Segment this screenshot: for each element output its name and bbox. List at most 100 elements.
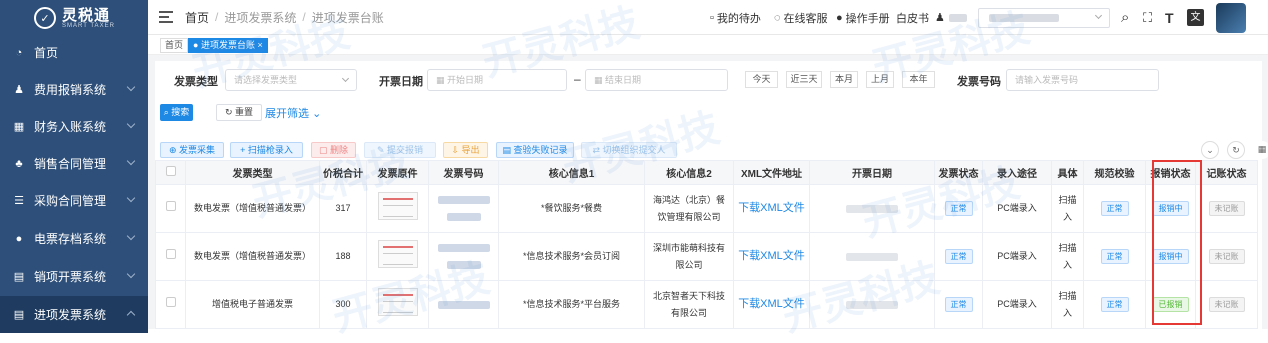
table-row[interactable]: 增值税电子普通发票 300 *信息技术服务*平台服务 北京智者天下科技有限公司 … <box>155 280 1258 329</box>
sidebar-item-purchase-contract[interactable]: ☰ 采购合同管理 <box>0 182 148 219</box>
date-range-separator: – <box>574 72 581 86</box>
header-service[interactable]: ◌ 在线客服 <box>774 0 828 35</box>
tab-bar: 首页 ● 进项发票台账 × <box>148 35 1268 55</box>
end-date-input[interactable]: ▦ 结束日期 <box>585 69 728 91</box>
sidebar-item-sales-invoice[interactable]: ▤ 销项开票系统 <box>0 258 148 295</box>
chevron-up-icon <box>126 310 136 320</box>
sidebar-item-archive[interactable]: ● 电票存档系统 <box>0 220 148 257</box>
start-date-input[interactable]: ▦ 开始日期 <box>427 69 567 91</box>
cell-invoice-no-redacted <box>428 184 499 233</box>
menu-fold-icon[interactable] <box>159 11 173 23</box>
sidebar-item-sales-contract[interactable]: ♣ 销售合同管理 <box>0 145 148 182</box>
column-settings-icon[interactable]: ▦ <box>1253 141 1268 159</box>
reset-button-label: 重置 <box>235 107 254 117</box>
invoice-type-label: 发票类型 <box>174 76 218 88</box>
col-header: 发票类型 <box>185 160 320 185</box>
invoice-thumbnail[interactable] <box>377 239 418 268</box>
translate-icon[interactable]: 文 <box>1187 0 1204 35</box>
user-icon: ♟ <box>935 12 945 24</box>
search-button[interactable]: ⌕ 搜索 <box>160 104 193 121</box>
cell-detail: 扫描入 <box>1051 280 1084 329</box>
sidebar-item-label: 销项开票系统 <box>34 270 107 284</box>
avatar[interactable] <box>1216 0 1246 35</box>
sidebar-item-label: 财务入账系统 <box>34 120 107 134</box>
search-icon[interactable]: ⌕ <box>1121 0 1129 35</box>
header-skin[interactable]: 白皮书 <box>896 0 929 35</box>
reimburse-status-highlight <box>1152 160 1202 325</box>
col-header: 发票状态 <box>934 160 983 185</box>
row-checkbox[interactable] <box>165 201 176 211</box>
row-checkbox[interactable] <box>165 297 176 307</box>
tab-purchase-ledger[interactable]: ● 进项发票台账 × <box>188 38 268 53</box>
invoice-thumbnail[interactable] <box>377 287 418 316</box>
user-name-redacted <box>948 13 967 22</box>
cell-invoice-type: 数电发票（增值税普通发票） <box>185 232 320 281</box>
sidebar-item-purchase-invoice[interactable]: ▤ 进项发票系统 <box>0 296 148 333</box>
quick-date-month[interactable]: 本月 <box>830 71 858 88</box>
invoice-no-input[interactable]: 请输入发票号码 <box>1006 69 1159 91</box>
sidebar-item-home[interactable]: ◔ 首页 <box>0 34 148 71</box>
account-status-badge: 未记账 <box>1208 249 1245 264</box>
invoice-thumbnail[interactable] <box>377 191 418 220</box>
download-xml-link[interactable]: 下载XML文件 <box>738 202 805 214</box>
header-user[interactable]: ♟ <box>935 0 967 35</box>
org-select[interactable] <box>978 0 1110 35</box>
fullscreen-icon[interactable]: ⛶ <box>1143 0 1152 35</box>
sidebar-item-label: 首页 <box>34 46 59 60</box>
sidebar-item-label: 进项发票系统 <box>34 308 107 322</box>
manual-label: 操作手册 <box>845 12 890 25</box>
quick-date-today[interactable]: 今天 <box>745 71 778 88</box>
logo-icon: ✓ <box>34 7 56 29</box>
swap-icon: ⇄ <box>592 145 603 155</box>
expand-filter-link[interactable]: 展开筛选 ⌄ <box>265 105 321 121</box>
quick-date-last-month[interactable]: 上月 <box>866 71 894 88</box>
breadcrumb-home[interactable]: 首页 <box>185 9 209 26</box>
delete-button[interactable]: ▢ 删除 <box>311 142 356 158</box>
col-header: 具体 <box>1051 160 1084 185</box>
todo-label: 我的待办 <box>716 12 761 25</box>
breadcrumb-separator: / <box>302 10 306 24</box>
doc-icon: ▤ <box>13 270 25 283</box>
header-todo[interactable]: ▫ 我的待办 <box>710 0 761 35</box>
scanner-entry-button[interactable]: + 扫描枪录入 <box>230 142 303 158</box>
quick-date-3days[interactable]: 近三天 <box>786 71 822 88</box>
quick-date-year[interactable]: 本年 <box>902 71 935 88</box>
breadcrumb-system[interactable]: 进项发票系统 <box>224 9 296 26</box>
failed-records-button[interactable]: ▤ 查验失败记录 <box>496 142 574 158</box>
col-header: 规范校验 <box>1083 160 1146 185</box>
checkbox[interactable] <box>165 166 176 176</box>
sidebar-item-expense[interactable]: ♟ 费用报销系统 <box>0 71 148 108</box>
cell-invoice-type: 增值税电子普通发票 <box>185 280 320 329</box>
font-size-icon[interactable]: T <box>1165 0 1174 35</box>
invoice-type-select[interactable]: 请选择发票类型 <box>225 69 357 91</box>
cell-info1: *信息技术服务*会员订阅 <box>498 232 645 281</box>
collapse-icon[interactable]: ⌄ <box>1201 141 1219 159</box>
header-manual[interactable]: ● 操作手册 <box>836 0 890 35</box>
download-xml-link[interactable]: 下载XML文件 <box>738 250 805 262</box>
chevron-down-icon <box>126 193 136 203</box>
chevron-down-icon <box>1094 11 1103 19</box>
cell-issue-date-redacted <box>809 232 935 281</box>
switch-org-button[interactable]: ⇄ 切换组织提交人 <box>581 142 677 158</box>
tab-home[interactable]: 首页 <box>160 38 189 53</box>
sidebar-item-label: 采购合同管理 <box>34 194 107 208</box>
export-button[interactable]: ⇩ 导出 <box>443 142 488 158</box>
refresh-icon: ↻ <box>224 107 236 117</box>
table-row[interactable]: 数电发票（增值税普通发票） 188 *信息技术服务*会员订阅 深圳市能萌科技有限… <box>155 232 1258 281</box>
col-header: 录入途径 <box>982 160 1052 185</box>
table-row[interactable]: 数电发票（增值税普通发票） 317 *餐饮服务*餐费 海鸿达（北京）餐饮管理有限… <box>155 184 1258 233</box>
sidebar-item-finance[interactable]: ▦ 财务入账系统 <box>0 108 148 145</box>
submit-reimburse-button[interactable]: ✎ 提交报销 <box>364 142 436 158</box>
refresh-icon[interactable]: ↻ <box>1227 141 1245 159</box>
row-checkbox[interactable] <box>165 249 176 259</box>
download-xml-link[interactable]: 下载XML文件 <box>738 298 805 310</box>
select-all-cell[interactable] <box>155 160 186 185</box>
close-icon[interactable]: × <box>257 40 262 50</box>
collect-invoice-button[interactable]: ⊕ 发票采集 <box>160 142 224 158</box>
reset-button[interactable]: ↻ 重置 <box>216 104 262 121</box>
invoice-status-badge: 正常 <box>944 249 973 264</box>
col-header: XML文件地址 <box>733 160 810 185</box>
list-icon: ▤ <box>502 145 514 155</box>
action-label: 切换组织提交人 <box>602 145 666 155</box>
chevron-down-icon: ⌄ <box>312 108 322 120</box>
